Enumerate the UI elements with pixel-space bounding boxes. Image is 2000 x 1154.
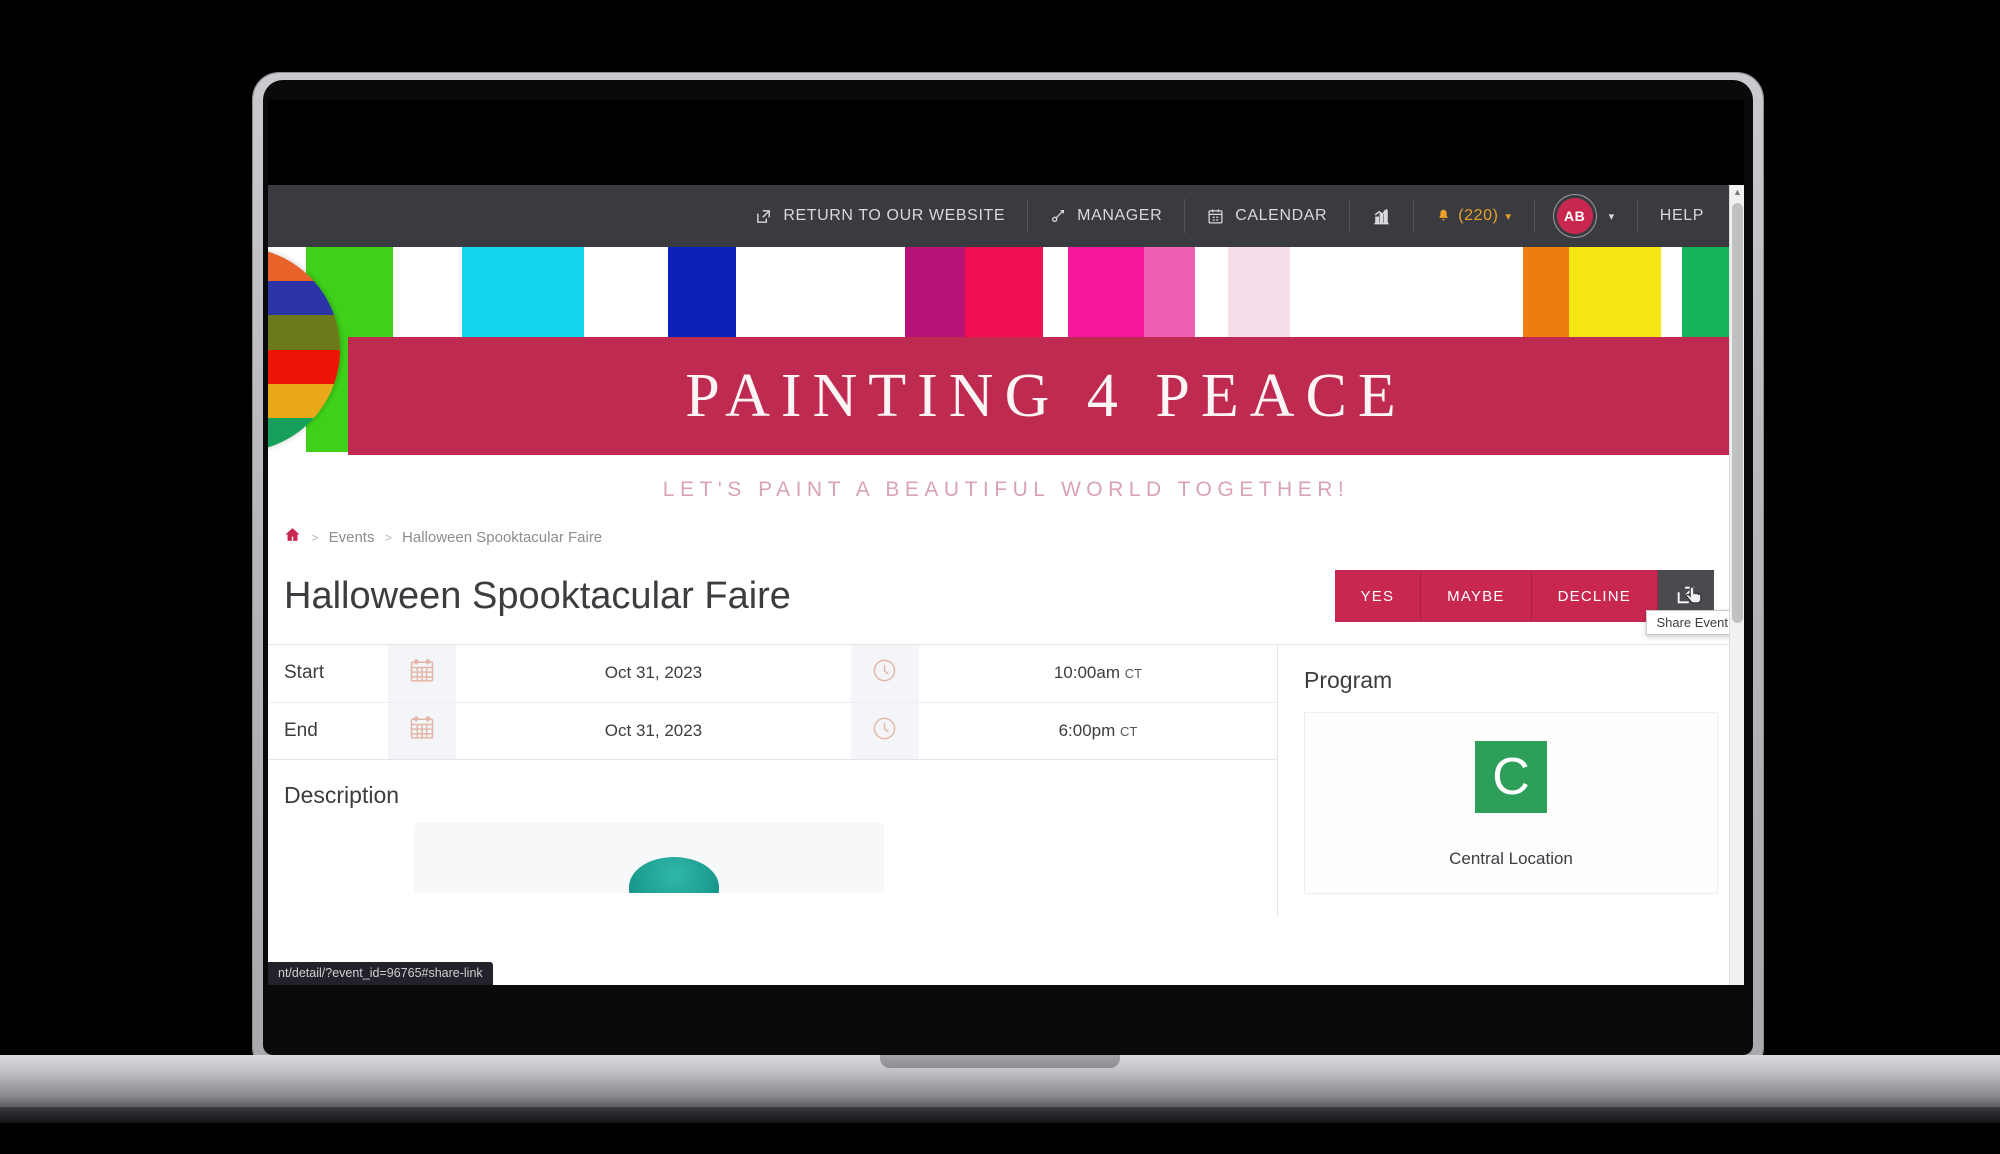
scrollbar-thumb[interactable] xyxy=(1732,203,1743,623)
program-name: Central Location xyxy=(1449,849,1573,868)
breadcrumb-item-current: Halloween Spooktacular Faire xyxy=(402,528,603,546)
account-menu[interactable]: AB ▾ xyxy=(1535,197,1637,235)
nav-label-return-to-website: RETURN TO OUR WEBSITE xyxy=(783,207,1006,224)
calendar-icon-cell xyxy=(388,701,456,759)
palette-segment xyxy=(268,349,340,384)
clock-icon xyxy=(871,659,898,688)
table-row: Start Oct 31, 2023 10:00am CT xyxy=(268,645,1277,702)
calendar-icon xyxy=(408,716,436,746)
page-title: Halloween Spooktacular Faire xyxy=(284,574,791,617)
calendar-icon-cell xyxy=(388,645,456,702)
program-card[interactable]: C Central Location xyxy=(1304,712,1718,894)
program-logo: C xyxy=(1475,741,1547,813)
clock-icon-cell xyxy=(850,701,919,759)
breadcrumb-separator: > xyxy=(384,529,393,545)
top-navigation-bar: RETURN TO OUR WEBSITE MANAGER CALENDAR (… xyxy=(268,185,1744,247)
chevron-down-icon: ▾ xyxy=(1608,210,1615,223)
description-section: Description xyxy=(268,759,1277,903)
event-title-row: Halloween Spooktacular Faire YES MAYBE D… xyxy=(268,556,1744,644)
rsvp-decline-button[interactable]: DECLINE xyxy=(1531,570,1658,622)
nav-item-manager[interactable]: MANAGER xyxy=(1028,197,1184,235)
nav-label-manager: MANAGER xyxy=(1077,207,1163,224)
schedule-end-time: 6:00pm xyxy=(1058,720,1116,740)
hero-banner: PAINTING 4 PEACE LET'S PAINT A BEAUTIFUL… xyxy=(268,247,1744,512)
organization-title: PAINTING 4 PEACE xyxy=(685,361,1407,430)
schedule-start-time: 10:00am xyxy=(1053,663,1121,683)
analytics-icon xyxy=(1372,207,1391,226)
laptop-base-notch xyxy=(880,1055,1120,1068)
organization-tagline: LET'S PAINT A BEAUTIFUL WORLD TOGETHER! xyxy=(662,478,1350,501)
description-image-shape xyxy=(629,857,719,893)
share-event-button[interactable]: Share Event xyxy=(1646,570,1738,635)
rsvp-button-group: YES MAYBE DECLINE Share Event xyxy=(1334,570,1738,635)
schedule-start-timezone: CT xyxy=(1124,666,1143,682)
event-details-column: Start Oct 31, 2023 10:00am CT End Oct 31… xyxy=(268,645,1278,916)
clock-icon-cell xyxy=(850,645,919,702)
external-link-icon xyxy=(755,208,772,225)
rsvp-maybe-button[interactable]: MAYBE xyxy=(1421,570,1532,622)
wrench-icon xyxy=(1050,208,1066,224)
breadcrumb-item-events[interactable]: Events xyxy=(329,529,375,546)
schedule-label-end: End xyxy=(268,701,388,759)
nav-item-analytics[interactable] xyxy=(1350,197,1413,235)
table-row: End Oct 31, 2023 6:00pm CT xyxy=(268,701,1277,759)
nav-label-help: HELP xyxy=(1659,207,1704,224)
screenshot-stage: RETURN TO OUR WEBSITE MANAGER CALENDAR (… xyxy=(0,0,2000,1154)
schedule-end-date: Oct 31, 2023 xyxy=(456,701,851,759)
notification-count: (220) xyxy=(1458,207,1499,224)
avatar: AB xyxy=(1556,198,1593,234)
chevron-down-icon: ▾ xyxy=(1505,210,1512,223)
calendar-icon xyxy=(408,659,436,689)
breadcrumb-separator: > xyxy=(311,529,319,545)
nav-item-return-to-website[interactable]: RETURN TO OUR WEBSITE xyxy=(733,197,1027,235)
event-body: Start Oct 31, 2023 10:00am CT End Oct 31… xyxy=(268,644,1744,916)
nav-item-calendar[interactable]: CALENDAR xyxy=(1185,197,1349,235)
nav-label-calendar: CALENDAR xyxy=(1235,207,1328,224)
event-schedule-table: Start Oct 31, 2023 10:00am CT End Oct 31… xyxy=(268,645,1277,759)
description-image xyxy=(414,823,884,893)
palette-segment xyxy=(268,315,340,350)
laptop-foot xyxy=(0,1107,2000,1123)
hero-title-bar: PAINTING 4 PEACE xyxy=(348,337,1744,455)
schedule-end-time-cell: 6:00pm CT xyxy=(918,701,1277,759)
clock-icon xyxy=(871,717,898,746)
program-column: Program C Central Location xyxy=(1278,645,1744,916)
home-icon[interactable] xyxy=(284,526,301,548)
schedule-label-start: Start xyxy=(284,662,325,684)
program-heading: Program xyxy=(1304,667,1393,693)
scroll-up-arrow-icon[interactable]: ▲ xyxy=(1733,187,1742,197)
nav-item-help[interactable]: HELP xyxy=(1638,197,1726,235)
schedule-start-date: Oct 31, 2023 xyxy=(604,663,703,683)
description-heading: Description xyxy=(284,782,400,808)
browser-chrome-area xyxy=(268,100,1744,185)
breadcrumb: > Events > Halloween Spooktacular Faire xyxy=(268,512,1744,556)
calendar-icon xyxy=(1207,208,1224,225)
browser-status-bar: nt/detail/?event_id=96765#share-link xyxy=(268,962,493,985)
browser-viewport: RETURN TO OUR WEBSITE MANAGER CALENDAR (… xyxy=(268,185,1744,985)
rsvp-yes-button[interactable]: YES xyxy=(1334,570,1422,622)
schedule-start-time-cell: 10:00am CT xyxy=(919,645,1277,702)
schedule-end-timezone: CT xyxy=(1120,723,1138,739)
share-event-tooltip: Share Event xyxy=(1646,610,1738,635)
vertical-scrollbar[interactable]: ▲ xyxy=(1729,185,1744,985)
bell-icon xyxy=(1436,208,1451,224)
notifications-button[interactable]: (220) ▾ xyxy=(1414,197,1533,235)
